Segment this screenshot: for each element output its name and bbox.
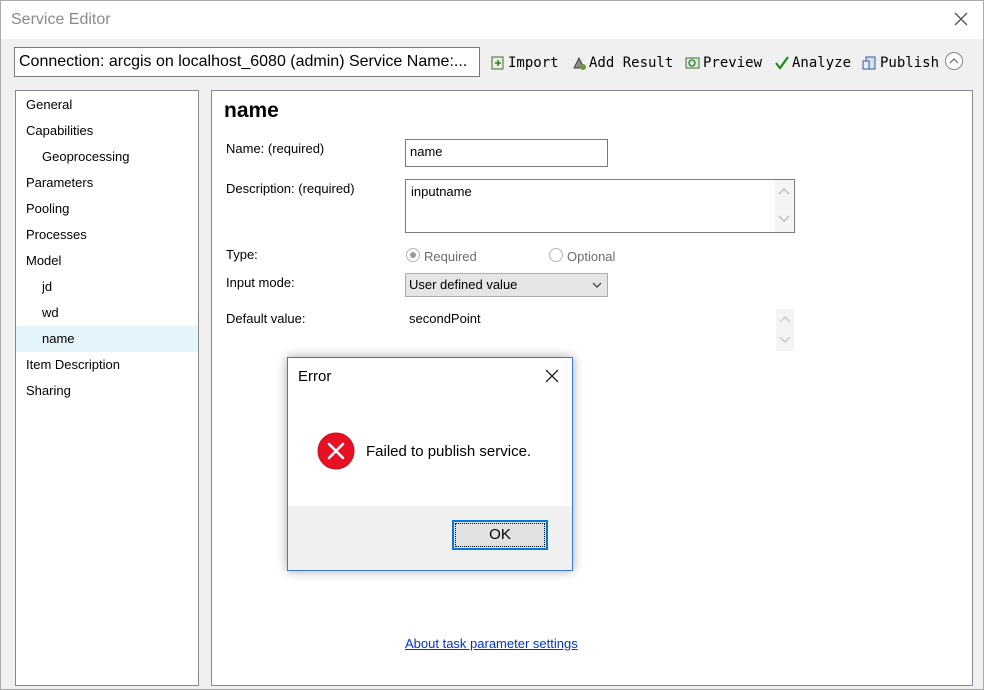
- publish-button[interactable]: Publish: [862, 53, 939, 73]
- window-title: Service Editor: [11, 11, 111, 28]
- close-icon[interactable]: [544, 368, 560, 384]
- sidebar-item-pooling[interactable]: Pooling: [16, 196, 208, 222]
- type-required-label: Required: [424, 249, 477, 264]
- description-scrollbar[interactable]: [775, 180, 793, 232]
- name-input[interactable]: name: [405, 139, 608, 167]
- task-parameter-settings-link[interactable]: About task parameter settings: [405, 636, 578, 651]
- add-result-button[interactable]: Add Result: [571, 53, 673, 73]
- description-text: inputname: [411, 184, 472, 199]
- import-button[interactable]: Import: [490, 53, 559, 73]
- publish-label: Publish: [880, 55, 940, 71]
- add-result-icon: [573, 56, 586, 70]
- error-icon: [317, 432, 355, 470]
- type-optional-label: Optional: [567, 249, 616, 264]
- dialog-message: Failed to publish service.: [366, 443, 532, 460]
- chevron-down-icon: [592, 282, 602, 288]
- close-icon[interactable]: [951, 9, 971, 29]
- default-value-text[interactable]: secondPoint: [409, 311, 481, 326]
- preview-icon: [685, 57, 700, 69]
- service-editor-window: Service Editor Connection: arcgis on loc…: [0, 0, 984, 690]
- scroll-down-icon[interactable]: [779, 335, 791, 345]
- sidebar-item-item-description[interactable]: Item Description: [16, 352, 208, 378]
- default-value-label: Default value:: [226, 311, 306, 326]
- input-mode-select[interactable]: User defined value: [405, 273, 608, 297]
- sidebar-item-sharing[interactable]: Sharing: [16, 378, 208, 404]
- default-value-scrollbar[interactable]: [776, 309, 794, 351]
- input-mode-value: User defined value: [409, 277, 518, 292]
- sidebar-item-name[interactable]: name: [16, 326, 198, 352]
- focus-ring: [455, 523, 545, 547]
- sidebar-item-processes[interactable]: Processes: [16, 222, 208, 248]
- import-label: Import: [508, 55, 559, 71]
- sidebar-item-wd[interactable]: wd: [16, 300, 224, 326]
- type-required-radio[interactable]: [406, 248, 420, 262]
- input-mode-label: Input mode:: [226, 275, 295, 290]
- description-label: Description: (required): [226, 181, 355, 196]
- analyze-button[interactable]: Analyze: [774, 53, 851, 73]
- scroll-down-icon[interactable]: [778, 214, 790, 224]
- import-icon: [491, 56, 504, 70]
- sidebar-nav: General Capabilities Geoprocessing Param…: [15, 90, 199, 686]
- name-label: Name: (required): [226, 141, 325, 156]
- chevron-up-icon: [949, 58, 959, 64]
- scroll-up-icon[interactable]: [778, 186, 790, 196]
- type-label: Type:: [226, 247, 258, 262]
- preview-button[interactable]: Preview: [685, 53, 762, 73]
- page-title: name: [224, 99, 279, 122]
- publish-icon: [862, 56, 876, 70]
- collapse-toolbar-button[interactable]: [945, 52, 963, 70]
- dialog-footer: OK: [288, 506, 572, 570]
- add-result-label: Add Result: [589, 55, 674, 71]
- preview-label: Preview: [703, 55, 763, 71]
- analyze-label: Analyze: [792, 55, 852, 71]
- title-bar: Service Editor: [1, 1, 983, 39]
- error-dialog: Error Failed to publish service. OK: [287, 357, 573, 571]
- checkmark-icon: [775, 56, 789, 70]
- ok-button[interactable]: OK: [452, 520, 548, 550]
- sidebar-item-general[interactable]: General: [16, 92, 208, 118]
- dialog-title: Error: [298, 368, 332, 385]
- sidebar-item-jd[interactable]: jd: [16, 274, 224, 300]
- connection-field[interactable]: Connection: arcgis on localhost_6080 (ad…: [14, 47, 480, 77]
- sidebar-item-model[interactable]: Model: [16, 248, 208, 274]
- description-textarea[interactable]: inputname: [405, 179, 795, 233]
- type-optional-radio[interactable]: [549, 248, 563, 262]
- sidebar-item-parameters[interactable]: Parameters: [16, 170, 208, 196]
- sidebar-item-capabilities[interactable]: Capabilities: [16, 118, 208, 144]
- scroll-up-icon[interactable]: [779, 314, 791, 324]
- sidebar-item-geoprocessing[interactable]: Geoprocessing: [16, 144, 224, 170]
